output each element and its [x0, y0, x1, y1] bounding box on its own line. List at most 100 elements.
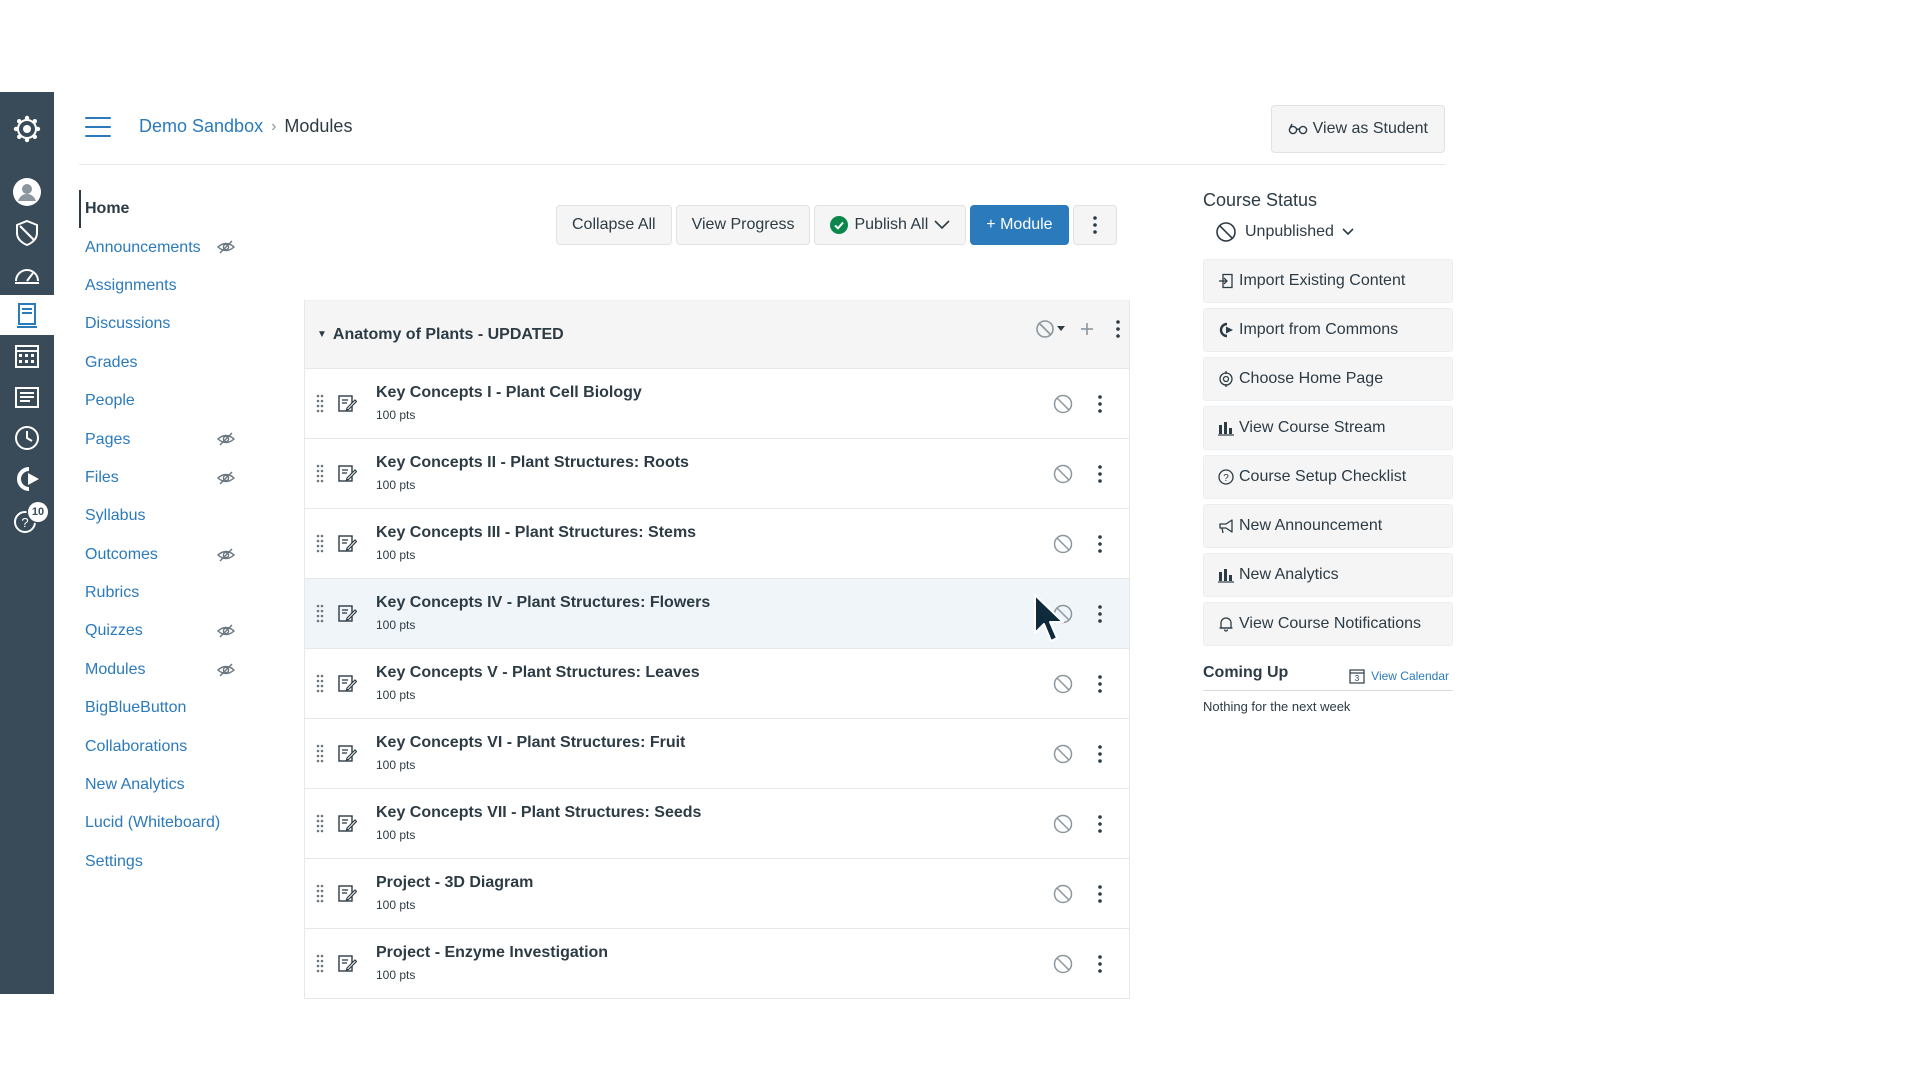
- course-nav-item-files[interactable]: Files: [79, 459, 249, 497]
- admin-icon[interactable]: [0, 213, 54, 253]
- module-publish-status[interactable]: [1035, 319, 1065, 339]
- collapse-all-button[interactable]: Collapse All: [556, 205, 672, 245]
- course-nav-label: Modules: [85, 660, 146, 678]
- drag-handle-icon[interactable]: [315, 813, 325, 833]
- module-item[interactable]: Key Concepts IV - Plant Structures: Flow…: [305, 578, 1129, 648]
- unpublished-icon[interactable]: [1052, 533, 1074, 555]
- course-nav-item-grades[interactable]: Grades: [79, 344, 249, 382]
- item-kebab-icon[interactable]: [1095, 533, 1105, 555]
- module-item[interactable]: Project - Enzyme Investigation 100 pts: [305, 928, 1129, 998]
- course-nav-item-announcements[interactable]: Announcements: [79, 228, 249, 266]
- course-nav-item-modules[interactable]: Modules: [79, 651, 249, 689]
- side-button-label: Import Existing Content: [1239, 272, 1406, 289]
- view-as-student-button[interactable]: View as Student: [1270, 105, 1445, 153]
- breadcrumb-course-link[interactable]: Demo Sandbox: [139, 116, 263, 137]
- module-item[interactable]: Key Concepts II - Plant Structures: Root…: [305, 438, 1129, 508]
- new-announcement-button[interactable]: New Announcement: [1203, 504, 1453, 548]
- course-nav-item-outcomes[interactable]: Outcomes: [79, 536, 249, 574]
- module-item-title[interactable]: Key Concepts VI - Plant Structures: Frui…: [376, 734, 685, 752]
- course-setup-checklist-button[interactable]: ? Course Setup Checklist: [1203, 455, 1453, 499]
- course-nav-item-settings[interactable]: Settings: [79, 843, 249, 881]
- module-item[interactable]: Key Concepts I - Plant Cell Biology 100 p…: [305, 368, 1129, 438]
- add-item-icon[interactable]: [1079, 321, 1095, 337]
- publish-all-button[interactable]: Publish All: [814, 205, 967, 245]
- drag-handle-icon[interactable]: [315, 953, 325, 973]
- item-kebab-icon[interactable]: [1095, 393, 1105, 415]
- dashboard-icon[interactable]: [0, 254, 54, 294]
- module-header[interactable]: ▼ Anatomy of Plants - UPDATED: [305, 300, 1129, 368]
- more-options-button[interactable]: [1072, 205, 1117, 245]
- course-nav-item-lucid-whiteboard[interactable]: Lucid (Whiteboard): [79, 804, 249, 842]
- hamburger-menu-icon[interactable]: [85, 117, 111, 139]
- view-course-notifications-button[interactable]: View Course Notifications: [1203, 602, 1453, 646]
- course-nav-item-syllabus[interactable]: Syllabus: [79, 497, 249, 535]
- module-block: ▼ Anatomy of Plants - UPDATED Key Concep…: [304, 300, 1130, 999]
- unpublished-icon[interactable]: [1052, 953, 1074, 975]
- drag-handle-icon[interactable]: [315, 883, 325, 903]
- unpublished-icon[interactable]: [1052, 463, 1074, 485]
- module-kebab-icon[interactable]: [1115, 319, 1121, 339]
- drag-handle-icon[interactable]: [315, 463, 325, 483]
- module-item-title[interactable]: Key Concepts II - Plant Structures: Root…: [376, 454, 689, 472]
- course-nav-item-people[interactable]: People: [79, 382, 249, 420]
- inbox-icon[interactable]: [0, 377, 54, 417]
- module-item-title[interactable]: Key Concepts VII - Plant Structures: See…: [376, 804, 701, 822]
- module-items: Key Concepts I - Plant Cell Biology 100 p…: [305, 368, 1129, 998]
- view-course-stream-button[interactable]: View Course Stream: [1203, 406, 1453, 450]
- module-item-title[interactable]: Project - Enzyme Investigation: [376, 944, 608, 962]
- import-from-commons-button[interactable]: Import from Commons: [1203, 308, 1453, 352]
- item-kebab-icon[interactable]: [1095, 603, 1105, 625]
- item-kebab-icon[interactable]: [1095, 743, 1105, 765]
- help-icon[interactable]: ? 10: [0, 500, 54, 540]
- item-kebab-icon[interactable]: [1095, 673, 1105, 695]
- unpublished-icon[interactable]: [1052, 813, 1074, 835]
- course-nav-item-collaborations[interactable]: Collaborations: [79, 727, 249, 765]
- logo-icon[interactable]: [0, 109, 54, 149]
- module-item-title[interactable]: Key Concepts IV - Plant Structures: Flow…: [376, 594, 710, 612]
- drag-handle-icon[interactable]: [315, 743, 325, 763]
- drag-handle-icon[interactable]: [315, 603, 325, 623]
- drag-handle-icon[interactable]: [315, 673, 325, 693]
- module-item-title[interactable]: Key Concepts I - Plant Cell Biology: [376, 384, 642, 402]
- course-nav-item-quizzes[interactable]: Quizzes: [79, 612, 249, 650]
- module-item[interactable]: Key Concepts III - Plant Structures: Ste…: [305, 508, 1129, 578]
- import-existing-content-button[interactable]: Import Existing Content: [1203, 259, 1453, 303]
- course-nav-item-discussions[interactable]: Discussions: [79, 305, 249, 343]
- item-kebab-icon[interactable]: [1095, 883, 1105, 905]
- course-nav-item-home[interactable]: Home: [79, 190, 249, 229]
- module-item-title[interactable]: Key Concepts III - Plant Structures: Ste…: [376, 524, 696, 542]
- unpublished-icon[interactable]: [1052, 393, 1074, 415]
- module-item-title[interactable]: Project - 3D Diagram: [376, 874, 533, 892]
- unpublished-icon[interactable]: [1052, 673, 1074, 695]
- history-icon[interactable]: [0, 418, 54, 458]
- module-item[interactable]: Project - 3D Diagram 100 pts: [305, 858, 1129, 928]
- course-nav-item-pages[interactable]: Pages: [79, 420, 249, 458]
- courses-icon[interactable]: [0, 295, 54, 335]
- module-item[interactable]: Key Concepts VI - Plant Structures: Frui…: [305, 718, 1129, 788]
- item-kebab-icon[interactable]: [1095, 813, 1105, 835]
- hidden-eye-icon: [217, 663, 235, 677]
- course-nav-item-bigbluebutton[interactable]: BigBlueButton: [79, 689, 249, 727]
- item-kebab-icon[interactable]: [1095, 953, 1105, 975]
- account-icon[interactable]: [0, 172, 54, 212]
- view-calendar-link[interactable]: 3 View Calendar: [1349, 668, 1449, 684]
- add-module-button[interactable]: + Module: [970, 205, 1069, 245]
- course-nav-item-assignments[interactable]: Assignments: [79, 267, 249, 305]
- collapse-caret-icon[interactable]: ▼: [317, 329, 327, 340]
- course-nav-item-new-analytics[interactable]: New Analytics: [79, 766, 249, 804]
- course-status-select[interactable]: Unpublished: [1215, 221, 1453, 243]
- commons-icon[interactable]: [0, 459, 54, 499]
- module-item[interactable]: Key Concepts VII - Plant Structures: See…: [305, 788, 1129, 858]
- view-progress-button[interactable]: View Progress: [675, 205, 811, 245]
- drag-handle-icon[interactable]: [315, 393, 325, 413]
- module-item[interactable]: Key Concepts V - Plant Structures: Leave…: [305, 648, 1129, 718]
- unpublished-icon[interactable]: [1052, 743, 1074, 765]
- calendar-icon[interactable]: [0, 336, 54, 376]
- new-analytics-button[interactable]: New Analytics: [1203, 553, 1453, 597]
- drag-handle-icon[interactable]: [315, 533, 325, 553]
- course-nav-item-rubrics[interactable]: Rubrics: [79, 574, 249, 612]
- module-item-title[interactable]: Key Concepts V - Plant Structures: Leave…: [376, 664, 700, 682]
- unpublished-icon[interactable]: [1052, 883, 1074, 905]
- item-kebab-icon[interactable]: [1095, 463, 1105, 485]
- choose-home-page-button[interactable]: Choose Home Page: [1203, 357, 1453, 401]
